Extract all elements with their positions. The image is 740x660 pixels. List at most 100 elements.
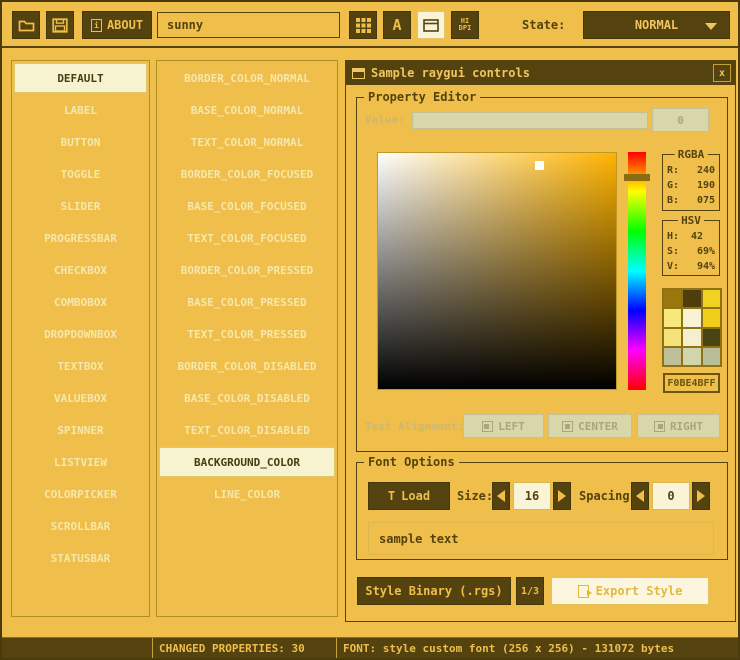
font-a-icon: A xyxy=(392,16,401,34)
controls-list-item[interactable]: CHECKBOX xyxy=(14,255,147,285)
controls-list-item[interactable]: SCROLLBAR xyxy=(14,511,147,541)
font-info-status: FONT: style custom font (256 x 256) - 13… xyxy=(336,638,738,658)
property-list-item[interactable]: TEXT_COLOR_DISABLED xyxy=(159,415,335,445)
format-index-button[interactable]: 1/3 xyxy=(516,577,544,605)
spacing-value-box[interactable]: 0 xyxy=(652,482,690,510)
size-decrease-button[interactable] xyxy=(492,482,510,510)
controls-list-item[interactable]: TOGGLE xyxy=(14,159,147,189)
property-list-item[interactable]: BORDER_COLOR_DISABLED xyxy=(159,351,335,381)
hue-bar[interactable] xyxy=(628,152,646,390)
property-list-item[interactable]: TEXT_COLOR_PRESSED xyxy=(159,319,335,349)
controls-list-item[interactable]: COLORPICKER xyxy=(14,479,147,509)
controls-list-item[interactable]: LABEL xyxy=(14,95,147,125)
style-name-input[interactable] xyxy=(157,12,340,38)
close-icon[interactable]: x xyxy=(713,64,731,82)
controls-list-item[interactable]: COMBOBOX xyxy=(14,287,147,317)
controls-list-item[interactable]: BUTTON xyxy=(14,127,147,157)
property-list-item[interactable]: BORDER_COLOR_FOCUSED xyxy=(159,159,335,189)
size-increase-button[interactable] xyxy=(553,482,571,510)
controls-list-item[interactable]: DEFAULT xyxy=(14,63,147,93)
s-value: 69% xyxy=(697,244,715,259)
property-list-item[interactable]: BORDER_COLOR_NORMAL xyxy=(159,63,335,93)
controls-list-item[interactable]: STATUSBAR xyxy=(14,543,147,573)
size-value-box[interactable]: 16 xyxy=(513,482,551,510)
load-font-button[interactable]: T Load xyxy=(368,482,450,510)
palette-swatch[interactable] xyxy=(683,290,700,307)
controls-list-item[interactable]: SPINNER xyxy=(14,415,147,445)
b-label: B: xyxy=(667,193,679,208)
open-file-button[interactable] xyxy=(12,11,40,39)
property-list-item[interactable]: BASE_COLOR_PRESSED xyxy=(159,287,335,317)
export-style-label: Export Style xyxy=(596,584,683,598)
property-list-item[interactable]: BACKGROUND_COLOR xyxy=(159,447,335,477)
hsv-group: HSV H:42 S:69% V:94% xyxy=(662,220,720,276)
toolbar: i ABOUT A HI DPI State: NORMAL xyxy=(2,2,738,48)
controls-list-item[interactable]: SLIDER xyxy=(14,191,147,221)
state-dropdown-value: NORMAL xyxy=(635,18,678,32)
property-list-item[interactable]: TEXT_COLOR_FOCUSED xyxy=(159,223,335,253)
controls-list-item[interactable]: LISTVIEW xyxy=(14,447,147,477)
status-section-empty xyxy=(2,638,152,658)
v-value: 94% xyxy=(697,259,715,274)
palette-swatch[interactable] xyxy=(703,348,720,365)
changed-properties-status: CHANGED PROPERTIES: 30 xyxy=(152,638,336,658)
hidpi-button[interactable]: HI DPI xyxy=(451,11,479,39)
hue-bar-thumb[interactable] xyxy=(624,174,650,181)
save-file-button[interactable] xyxy=(46,11,74,39)
color-picker-marker[interactable] xyxy=(535,161,544,170)
controls-listview: DEFAULT LABEL BUTTON TOGGLE SLIDER PROGR… xyxy=(11,60,150,617)
color-picker-panel[interactable] xyxy=(377,152,617,390)
changed-properties-text: CHANGED PROPERTIES: 30 xyxy=(159,642,305,655)
property-list-item[interactable]: LINE_COLOR xyxy=(159,479,335,509)
hex-color-input[interactable]: F0BE4BFF xyxy=(663,373,720,393)
v-label: V: xyxy=(667,259,679,274)
hsv-group-label: HSV xyxy=(678,214,704,227)
window-title-bar: Sample raygui controls xyxy=(346,61,735,85)
palette-swatch[interactable] xyxy=(703,309,720,326)
g-label: G: xyxy=(667,178,679,193)
palette-swatch[interactable] xyxy=(703,290,720,307)
property-list-item[interactable]: BASE_COLOR_DISABLED xyxy=(159,383,335,413)
spacing-decrease-button[interactable] xyxy=(631,482,649,510)
spacing-increase-button[interactable] xyxy=(692,482,710,510)
folder-icon xyxy=(18,18,35,32)
palette-swatch[interactable] xyxy=(683,348,700,365)
control-preview-button[interactable] xyxy=(417,11,445,39)
property-list-item[interactable]: BORDER_COLOR_PRESSED xyxy=(159,255,335,285)
properties-listview: BORDER_COLOR_NORMAL BASE_COLOR_NORMAL TE… xyxy=(156,60,338,617)
property-editor-group-label: Property Editor xyxy=(364,90,480,104)
controls-list-item[interactable]: DROPDOWNBOX xyxy=(14,319,147,349)
status-bar: CHANGED PROPERTIES: 30 FONT: style custo… xyxy=(2,637,738,658)
controls-list-item[interactable]: TEXTBOX xyxy=(14,351,147,381)
property-list-item[interactable]: BASE_COLOR_FOCUSED xyxy=(159,191,335,221)
style-binary-format-button[interactable]: Style Binary (.rgs) xyxy=(357,577,511,605)
palette-swatch[interactable] xyxy=(664,309,681,326)
chevron-left-icon xyxy=(636,490,644,502)
palette-swatch[interactable] xyxy=(664,329,681,346)
controls-list-item[interactable]: VALUEBOX xyxy=(14,383,147,413)
controls-list-item[interactable]: PROGRESSBAR xyxy=(14,223,147,253)
rgba-group: RGBA R:240 G:190 B:075 xyxy=(662,154,720,211)
property-list-item[interactable]: BASE_COLOR_NORMAL xyxy=(159,95,335,125)
state-label: State: xyxy=(522,18,565,32)
about-button[interactable]: i ABOUT xyxy=(82,11,152,39)
palette-swatch[interactable] xyxy=(683,329,700,346)
property-list-item[interactable]: TEXT_COLOR_NORMAL xyxy=(159,127,335,157)
align-left-button: LEFT xyxy=(463,414,544,438)
rguistyler-app: i ABOUT A HI DPI State: NORMAL DEFAUL xyxy=(0,0,740,660)
sample-text-input[interactable] xyxy=(368,522,714,555)
chevron-left-icon xyxy=(497,490,505,502)
font-atlas-button[interactable]: A xyxy=(383,11,411,39)
palette-swatch[interactable] xyxy=(664,290,681,307)
palette-swatch[interactable] xyxy=(664,348,681,365)
h-label: H: xyxy=(667,229,679,244)
palette-swatch[interactable] xyxy=(683,309,700,326)
state-dropdown[interactable]: NORMAL xyxy=(583,11,730,39)
chevron-down-icon xyxy=(705,23,717,30)
palette-swatch[interactable] xyxy=(703,329,720,346)
export-style-button[interactable]: Export Style xyxy=(551,577,709,605)
style-table-button[interactable] xyxy=(349,11,377,39)
hidpi-label-bottom: DPI xyxy=(459,25,472,32)
color-palette xyxy=(662,288,722,367)
font-options-group-label: Font Options xyxy=(364,455,459,469)
